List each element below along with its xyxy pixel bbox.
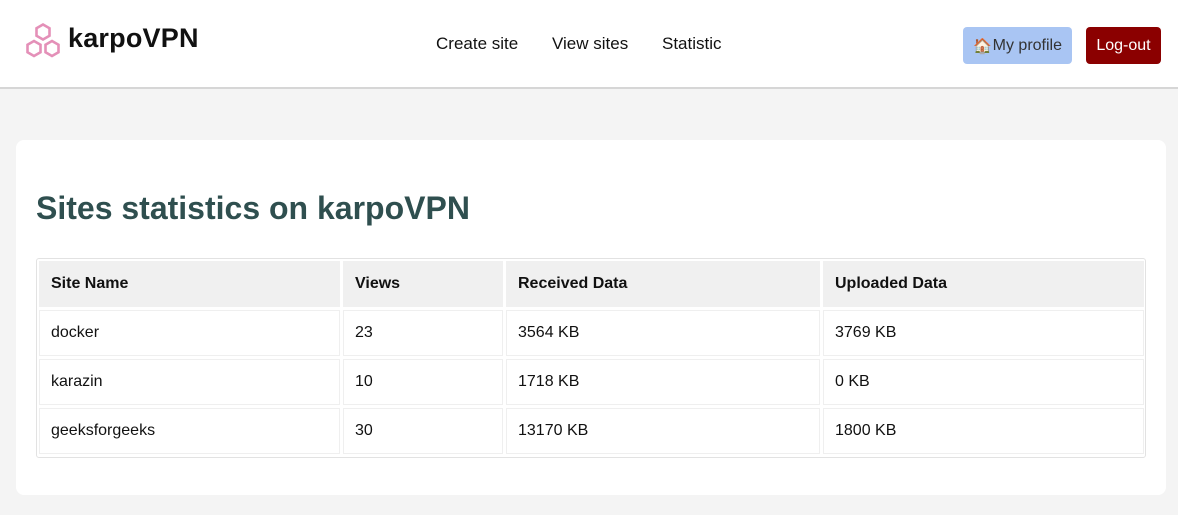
my-profile-button[interactable]: 🏠 My profile: [963, 27, 1072, 64]
nav-create-site[interactable]: Create site: [436, 34, 518, 54]
statistics-table: Site Name Views Received Data Uploaded D…: [36, 258, 1147, 457]
uploaded-data-cell: 3769 KB: [823, 310, 1144, 356]
header: karpoVPN Create site View sites Statisti…: [0, 0, 1178, 89]
table-row: karazin 10 1718 KB 0 KB: [39, 359, 1144, 405]
table-header-row: Site Name Views Received Data Uploaded D…: [39, 261, 1144, 307]
uploaded-data-cell: 1800 KB: [823, 408, 1144, 454]
column-header-uploaded-data: Uploaded Data: [823, 261, 1144, 307]
nav-statistic[interactable]: Statistic: [662, 34, 722, 54]
table-row: docker 23 3564 KB 3769 KB: [39, 310, 1144, 356]
house-icon: 🏠: [972, 37, 992, 55]
column-header-site-name: Site Name: [39, 261, 340, 307]
table-row: geeksforgeeks 30 13170 KB 1800 KB: [39, 408, 1144, 454]
received-data-cell: 3564 KB: [506, 310, 820, 356]
column-header-received-data: Received Data: [506, 261, 820, 307]
site-name-cell: karazin: [39, 359, 340, 405]
page-title: Sites statistics on karpoVPN: [36, 190, 470, 226]
logout-button[interactable]: Log-out: [1086, 27, 1161, 64]
received-data-cell: 1718 KB: [506, 359, 820, 405]
column-header-views: Views: [343, 261, 503, 307]
received-data-cell: 13170 KB: [506, 408, 820, 454]
site-name-cell: geeksforgeeks: [39, 408, 340, 454]
site-name-cell: docker: [39, 310, 340, 356]
nav-view-sites[interactable]: View sites: [552, 34, 628, 54]
my-profile-label: My profile: [992, 36, 1063, 54]
statistics-card: Sites statistics on karpoVPN Site Name V…: [16, 140, 1166, 495]
views-cell: 10: [343, 359, 503, 405]
statistics-table-wrapper: Site Name Views Received Data Uploaded D…: [36, 258, 1146, 458]
uploaded-data-cell: 0 KB: [823, 359, 1144, 405]
views-cell: 30: [343, 408, 503, 454]
views-cell: 23: [343, 310, 503, 356]
